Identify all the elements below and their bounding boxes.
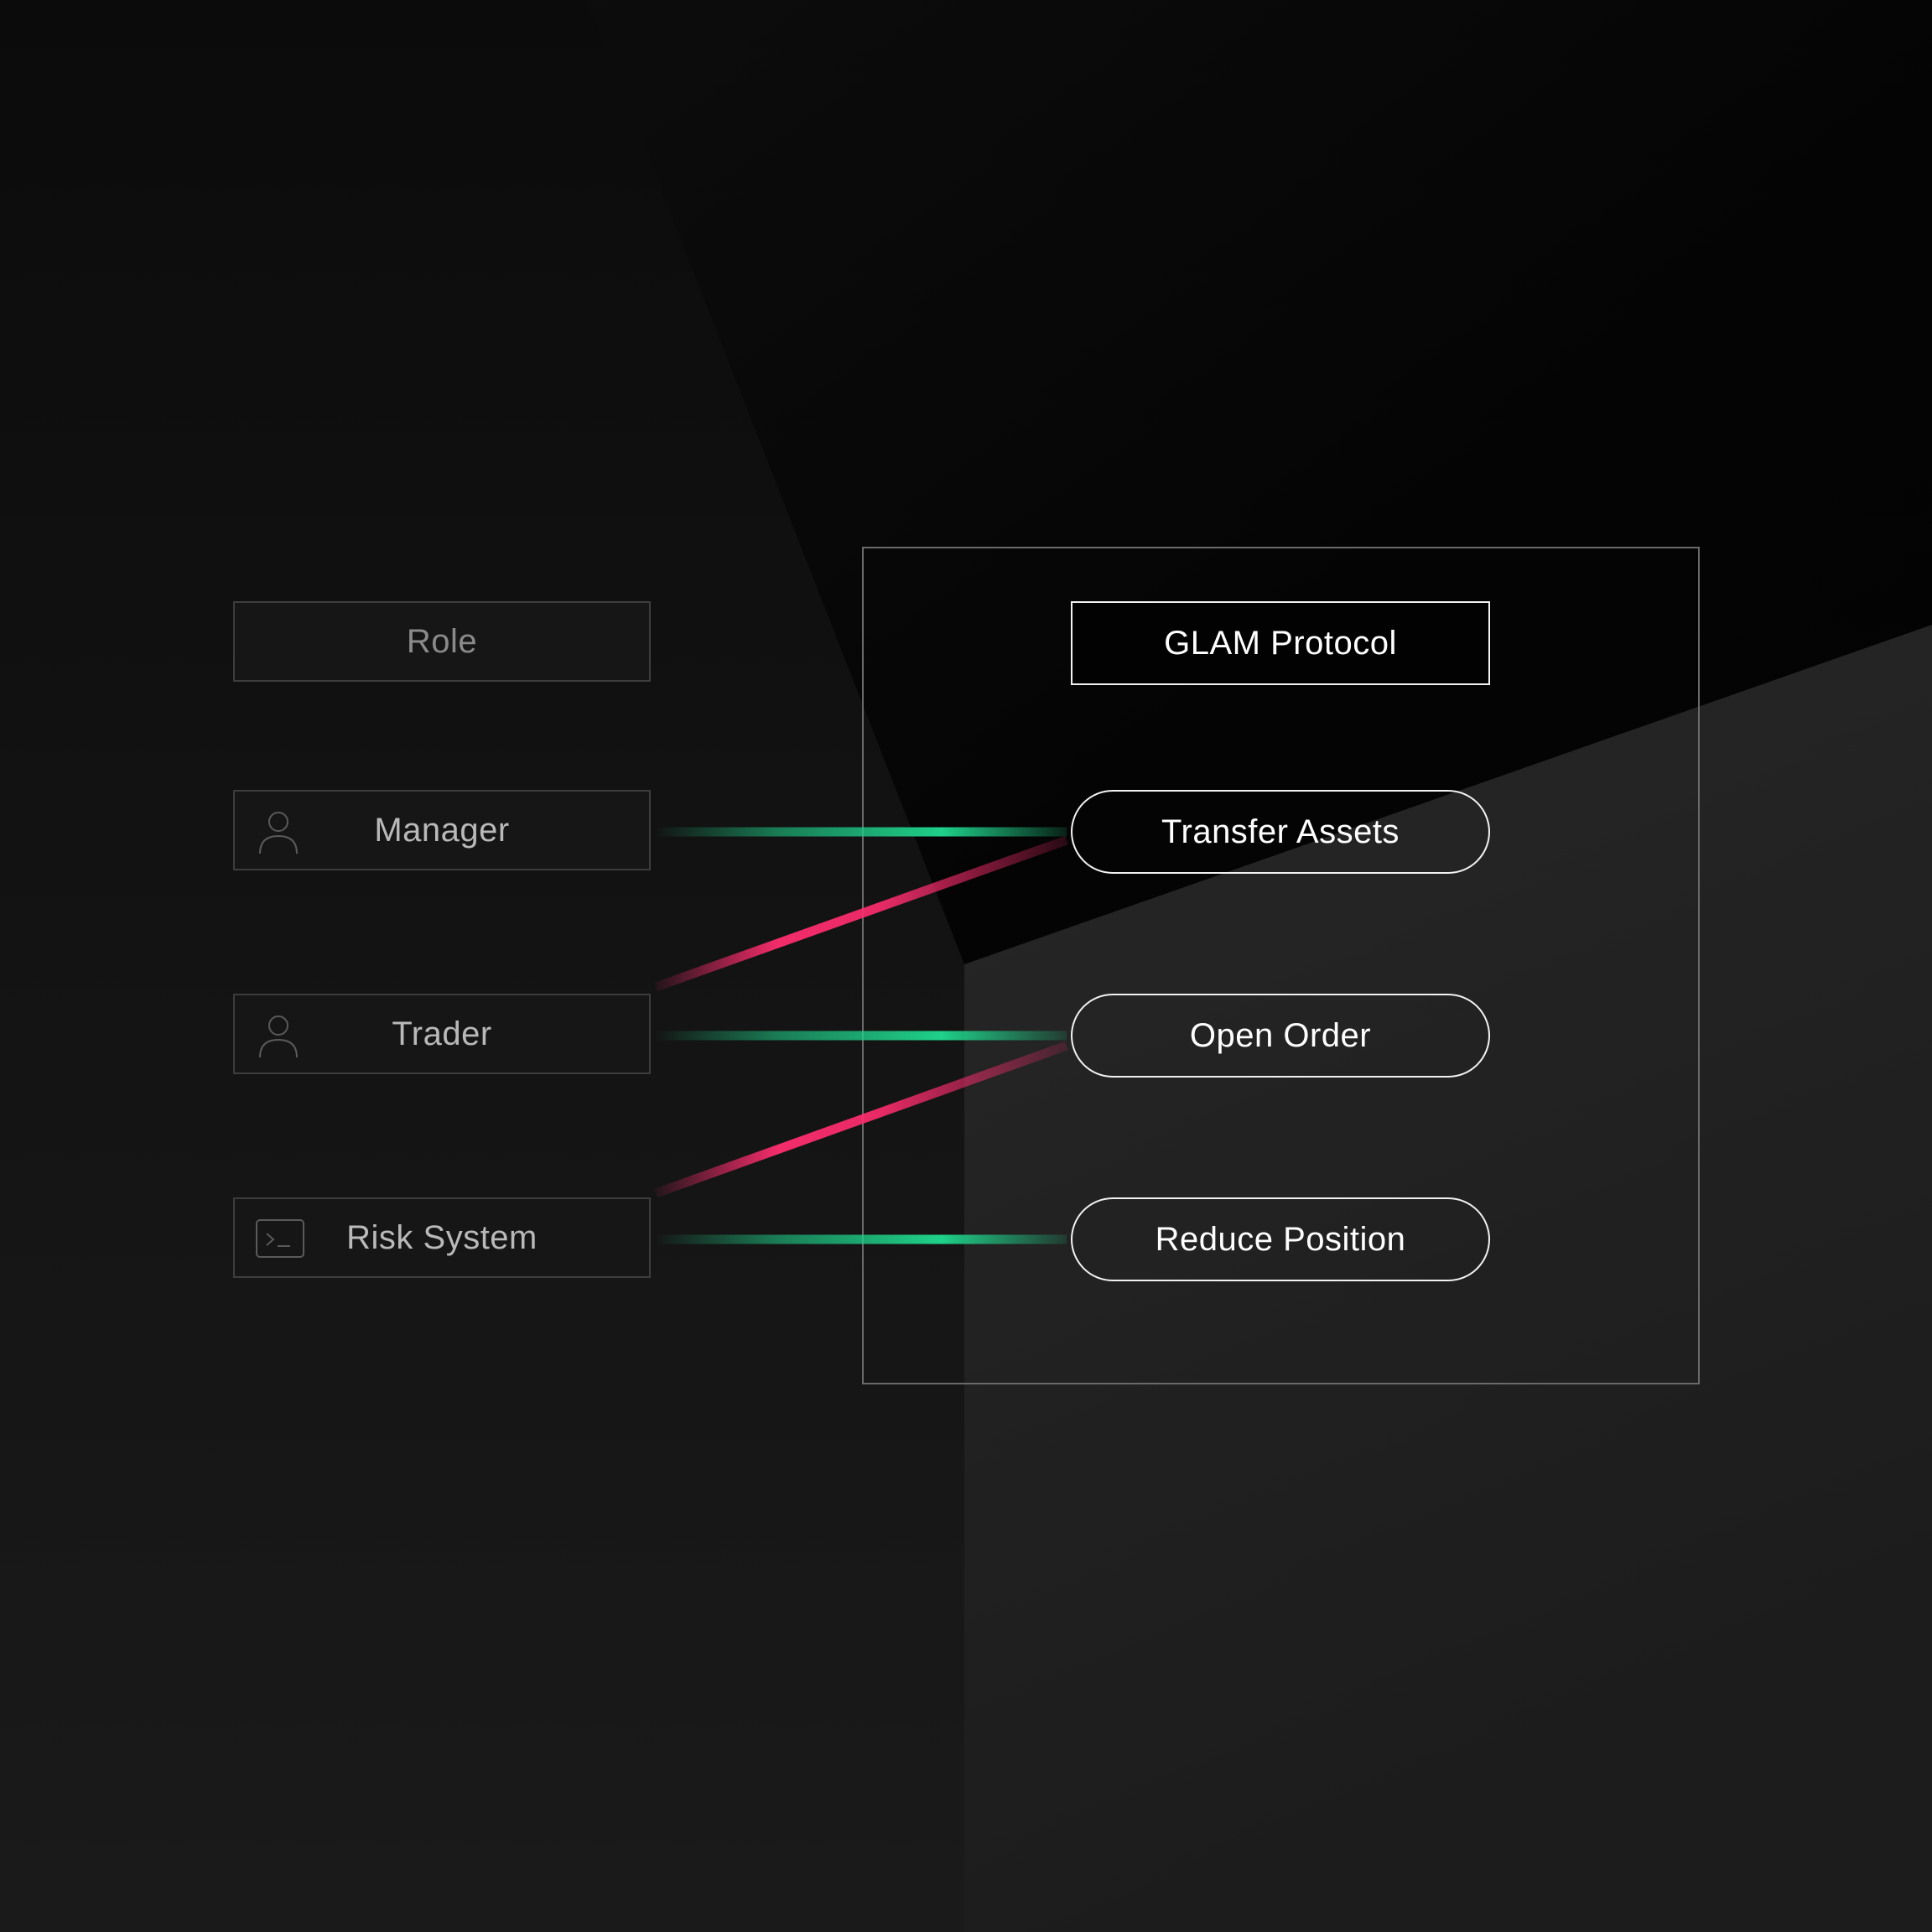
role-manager: Manager xyxy=(233,790,651,870)
user-icon xyxy=(255,808,302,855)
user-icon xyxy=(255,1012,302,1059)
role-header: Role xyxy=(233,601,651,682)
connection-lines xyxy=(654,827,1068,1244)
action-open-order: Open Order xyxy=(1071,994,1490,1078)
action-transfer-assets: Transfer Assets xyxy=(1071,790,1490,874)
diagram-canvas: Role Manager Trader Risk System GLAM Pro… xyxy=(0,0,1932,1932)
role-trader: Trader xyxy=(233,994,651,1074)
role-risk-system: Risk System xyxy=(233,1197,651,1278)
role-manager-label: Manager xyxy=(374,811,510,849)
role-trader-label: Trader xyxy=(392,1015,492,1052)
role-risk-system-label: Risk System xyxy=(346,1218,538,1256)
protocol-title: GLAM Protocol xyxy=(1071,601,1490,685)
link-trader-transfer-assets xyxy=(654,835,1068,992)
terminal-icon xyxy=(255,1216,304,1263)
role-header-label: Role xyxy=(406,622,478,660)
action-reduce-position: Reduce Position xyxy=(1071,1197,1490,1281)
link-risk-system-open-order xyxy=(654,1041,1068,1198)
